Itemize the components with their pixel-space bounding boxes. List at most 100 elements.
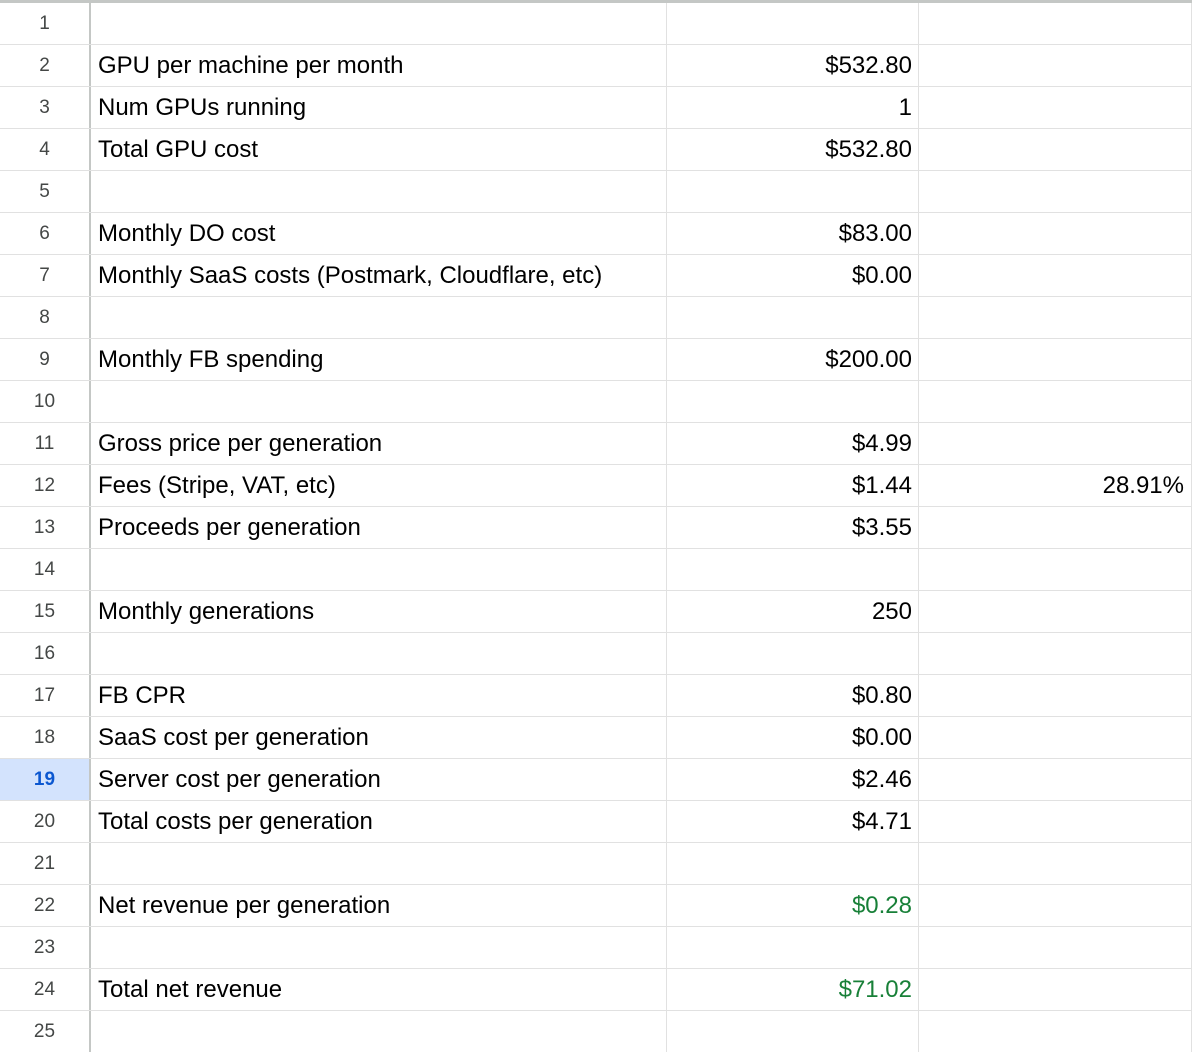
cell-value[interactable]: $1.44 (667, 465, 919, 506)
cell-value[interactable] (667, 3, 919, 44)
cell-extra[interactable] (919, 339, 1192, 380)
cell-label[interactable]: FB CPR (91, 675, 667, 716)
row-header[interactable]: 12 (0, 465, 91, 506)
cell-extra[interactable] (919, 549, 1192, 590)
cell-label[interactable]: SaaS cost per generation (91, 717, 667, 758)
cell-label[interactable]: Server cost per generation (91, 759, 667, 800)
cell-value[interactable] (667, 633, 919, 674)
row-header[interactable]: 15 (0, 591, 91, 632)
cell-label[interactable]: Net revenue per generation (91, 885, 667, 926)
cell-label[interactable]: Monthly SaaS costs (Postmark, Cloudflare… (91, 255, 667, 296)
cell-extra[interactable] (919, 759, 1192, 800)
cell-value[interactable]: $2.46 (667, 759, 919, 800)
cell-value[interactable]: $0.00 (667, 717, 919, 758)
cell-value[interactable]: $0.80 (667, 675, 919, 716)
row-header[interactable]: 19 (0, 759, 91, 800)
cell-value[interactable]: $4.71 (667, 801, 919, 842)
cell-extra[interactable] (919, 843, 1192, 884)
cell-extra[interactable] (919, 717, 1192, 758)
row-header[interactable]: 22 (0, 885, 91, 926)
cell-extra[interactable] (919, 87, 1192, 128)
cell-value[interactable] (667, 171, 919, 212)
cell-extra[interactable]: 28.91% (919, 465, 1192, 506)
row-header[interactable]: 11 (0, 423, 91, 464)
cell-label[interactable]: Total costs per generation (91, 801, 667, 842)
cell-label[interactable] (91, 927, 667, 968)
cell-value[interactable]: 1 (667, 87, 919, 128)
cell-label[interactable]: Proceeds per generation (91, 507, 667, 548)
cell-extra[interactable] (919, 885, 1192, 926)
row-header[interactable]: 7 (0, 255, 91, 296)
row-header[interactable]: 3 (0, 87, 91, 128)
cell-extra[interactable] (919, 927, 1192, 968)
cell-extra[interactable] (919, 255, 1192, 296)
cell-label[interactable]: Fees (Stripe, VAT, etc) (91, 465, 667, 506)
row-header[interactable]: 23 (0, 927, 91, 968)
row-header[interactable]: 5 (0, 171, 91, 212)
row-header[interactable]: 20 (0, 801, 91, 842)
cell-extra[interactable] (919, 591, 1192, 632)
cell-value[interactable]: $83.00 (667, 213, 919, 254)
cell-extra[interactable] (919, 45, 1192, 86)
row-header[interactable]: 8 (0, 297, 91, 338)
row-header[interactable]: 17 (0, 675, 91, 716)
row-header[interactable]: 4 (0, 129, 91, 170)
cell-label[interactable] (91, 1011, 667, 1052)
row-header[interactable]: 1 (0, 3, 91, 44)
cell-extra[interactable] (919, 423, 1192, 464)
cell-label[interactable]: Monthly FB spending (91, 339, 667, 380)
row-header[interactable]: 18 (0, 717, 91, 758)
cell-extra[interactable] (919, 3, 1192, 44)
cell-value[interactable]: 250 (667, 591, 919, 632)
cell-label[interactable]: Gross price per generation (91, 423, 667, 464)
cell-label[interactable] (91, 381, 667, 422)
row-header[interactable]: 10 (0, 381, 91, 422)
row-header[interactable]: 21 (0, 843, 91, 884)
cell-value[interactable]: $532.80 (667, 129, 919, 170)
cell-label[interactable] (91, 633, 667, 674)
cell-value[interactable] (667, 1011, 919, 1052)
cell-extra[interactable] (919, 969, 1192, 1010)
cell-extra[interactable] (919, 297, 1192, 338)
cell-extra[interactable] (919, 633, 1192, 674)
cell-extra[interactable] (919, 675, 1192, 716)
row-header[interactable]: 9 (0, 339, 91, 380)
row-header[interactable]: 6 (0, 213, 91, 254)
cell-value[interactable]: $0.00 (667, 255, 919, 296)
cell-value[interactable]: $3.55 (667, 507, 919, 548)
row-header[interactable]: 25 (0, 1011, 91, 1052)
cell-extra[interactable] (919, 801, 1192, 842)
row-header[interactable]: 14 (0, 549, 91, 590)
cell-label[interactable]: Monthly DO cost (91, 213, 667, 254)
cell-value[interactable]: $4.99 (667, 423, 919, 464)
cell-extra[interactable] (919, 129, 1192, 170)
row-header[interactable]: 2 (0, 45, 91, 86)
cell-label[interactable]: Total GPU cost (91, 129, 667, 170)
cell-value[interactable] (667, 297, 919, 338)
cell-value[interactable] (667, 381, 919, 422)
cell-value[interactable] (667, 927, 919, 968)
cell-value[interactable] (667, 549, 919, 590)
cell-extra[interactable] (919, 213, 1192, 254)
cell-label[interactable] (91, 843, 667, 884)
cell-value[interactable]: $532.80 (667, 45, 919, 86)
cell-value[interactable] (667, 843, 919, 884)
cell-value[interactable]: $200.00 (667, 339, 919, 380)
cell-label[interactable]: Total net revenue (91, 969, 667, 1010)
cell-label[interactable]: Num GPUs running (91, 87, 667, 128)
row-header[interactable]: 24 (0, 969, 91, 1010)
cell-label[interactable] (91, 297, 667, 338)
cell-extra[interactable] (919, 1011, 1192, 1052)
cell-extra[interactable] (919, 381, 1192, 422)
cell-label[interactable]: GPU per machine per month (91, 45, 667, 86)
cell-value[interactable]: $71.02 (667, 969, 919, 1010)
row-header[interactable]: 13 (0, 507, 91, 548)
cell-extra[interactable] (919, 171, 1192, 212)
cell-label[interactable]: Monthly generations (91, 591, 667, 632)
cell-label[interactable] (91, 3, 667, 44)
row-header[interactable]: 16 (0, 633, 91, 674)
cell-label[interactable] (91, 549, 667, 590)
cell-value[interactable]: $0.28 (667, 885, 919, 926)
cell-label[interactable] (91, 171, 667, 212)
cell-extra[interactable] (919, 507, 1192, 548)
